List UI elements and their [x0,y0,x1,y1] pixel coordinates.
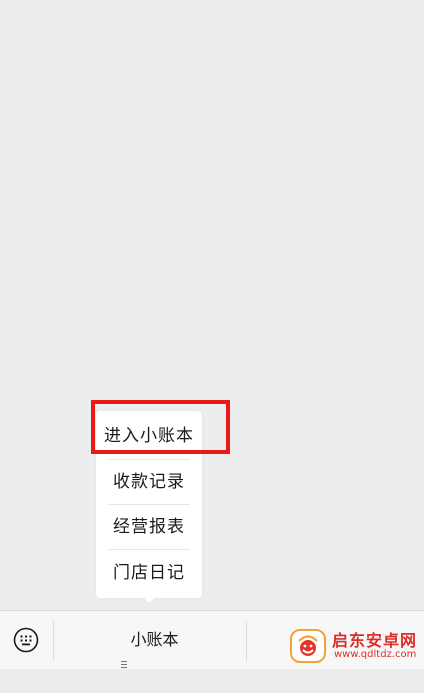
chat-area [0,0,424,610]
tab-ledger-label: 小账本 [130,630,179,649]
highlight-annotation [91,400,230,454]
menu-item-payment-records[interactable]: 收款记录 [96,459,202,505]
tab-ledger[interactable]: 小账本 [54,611,246,669]
watermark: 启东安卓网 www.qdltdz.com [290,626,424,666]
watermark-text: 启东安卓网 [332,631,418,650]
menu-item-store-diary[interactable]: 门店日记 [96,550,202,596]
menu-item-business-report[interactable]: 经营报表 [96,504,202,550]
popup-arrow [142,596,156,603]
menu-lines-icon [121,635,128,668]
qidong-logo-icon [290,628,326,664]
watermark-url: www.qdltdz.com [334,649,417,660]
keyboard-icon[interactable] [13,627,39,653]
